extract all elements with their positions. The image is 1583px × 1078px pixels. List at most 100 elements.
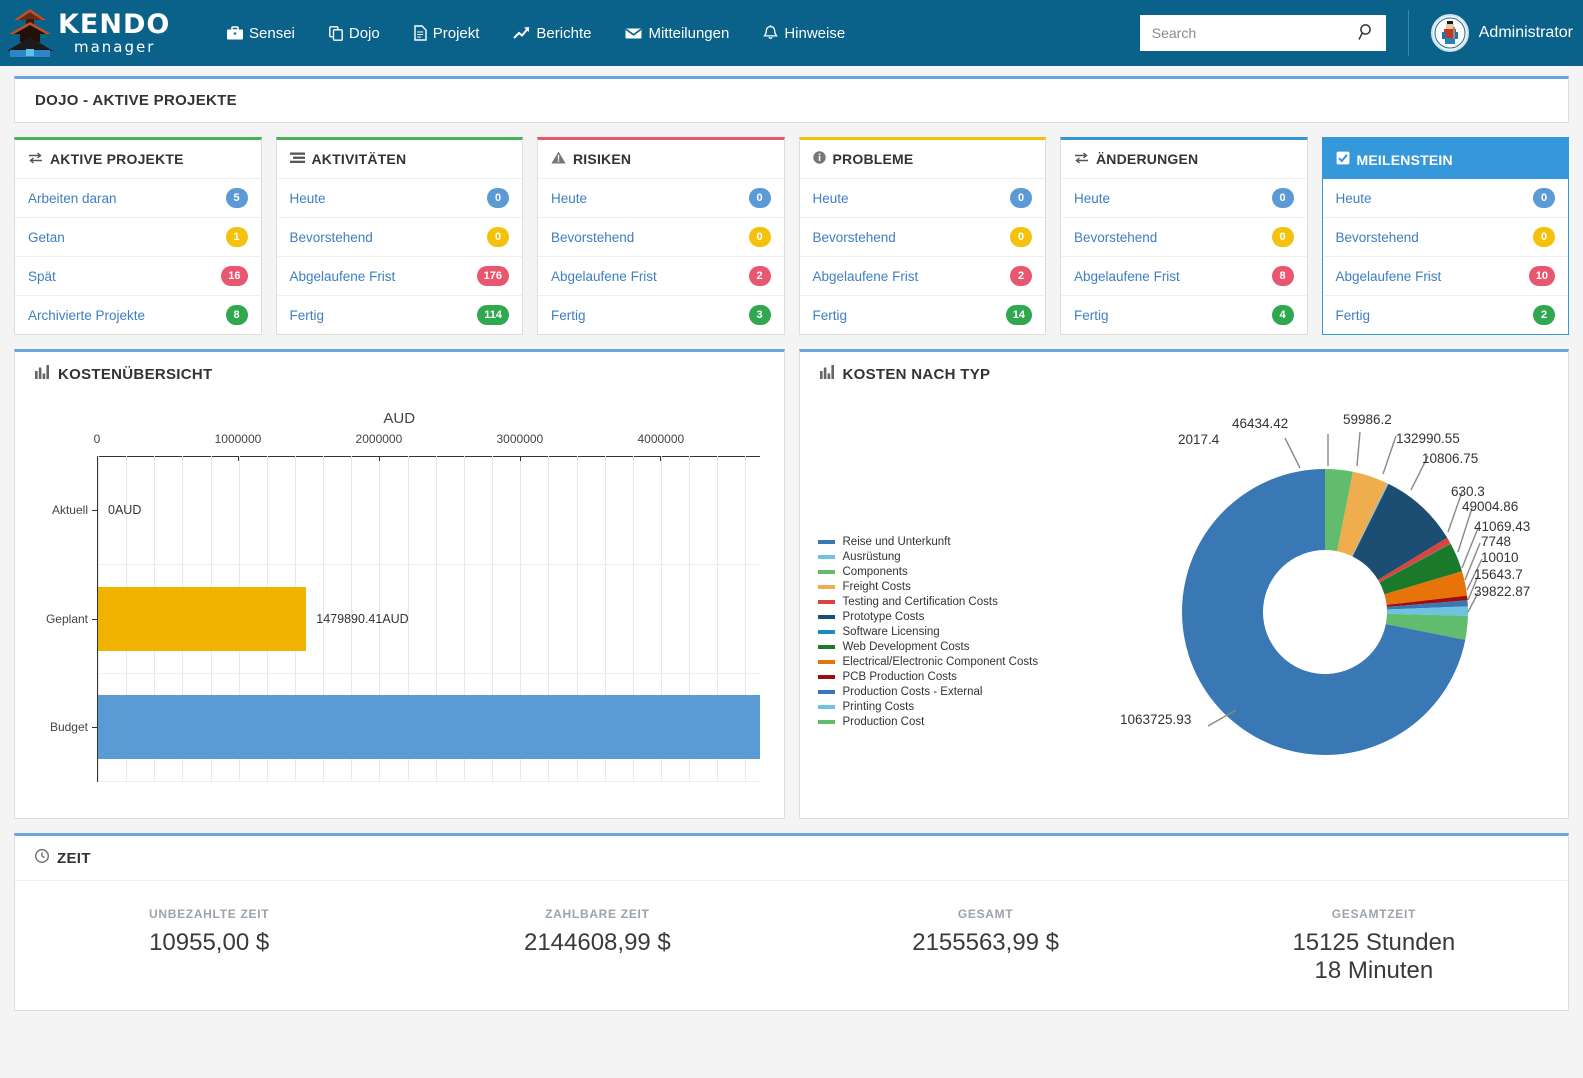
- legend-item[interactable]: Prototype Costs: [817, 609, 1039, 624]
- x-tick-label: 1000000: [214, 432, 262, 446]
- card-row-label[interactable]: Fertig: [1074, 308, 1109, 323]
- card-row[interactable]: Heute 0: [1322, 179, 1568, 218]
- nav-item-projekt[interactable]: Projekt: [397, 25, 497, 42]
- card-row[interactable]: Fertig 114: [277, 296, 523, 334]
- nav-item-dojo[interactable]: Dojo: [312, 25, 397, 42]
- card-row[interactable]: Heute 0: [799, 179, 1045, 218]
- card-row[interactable]: Fertig 3: [538, 296, 784, 334]
- card-meilenstein[interactable]: MEILENSTEIN Heute 0 Bevorstehend 0 Abgelau…: [1321, 137, 1569, 335]
- card-row-label[interactable]: Getan: [28, 230, 65, 245]
- y-tick-label: Geplant: [45, 611, 88, 626]
- card-row[interactable]: Archivierte Projekte 8: [15, 296, 261, 334]
- card-row[interactable]: Heute 0: [1061, 179, 1307, 218]
- card-row[interactable]: Fertig 14: [800, 296, 1046, 334]
- legend-item[interactable]: Components: [817, 564, 1039, 579]
- plot-area: Aktuell 0AUD Geplant 1479890.41AUD Budget: [46, 456, 760, 782]
- card-row-label[interactable]: Heute: [813, 191, 849, 206]
- card-row-badge: 0: [487, 188, 509, 208]
- nav-item-mitteilungen[interactable]: Mitteilungen: [608, 25, 746, 42]
- exchange-icon: [1074, 151, 1089, 167]
- card-row-badge: 2: [1010, 266, 1032, 286]
- card-row-label[interactable]: Bevorstehend: [1074, 230, 1157, 245]
- card-row[interactable]: Abgelaufene Frist 10: [1322, 257, 1568, 296]
- card-row-badge: 8: [1271, 266, 1294, 286]
- card-risiken[interactable]: RISIKEN Heute 0 Bevorstehend 0 Abgelaufene…: [537, 137, 785, 335]
- label-leader-line: [1283, 437, 1301, 469]
- card-row-label[interactable]: Bevorstehend: [813, 230, 896, 245]
- card-row-label[interactable]: Bevorstehend: [290, 230, 373, 245]
- zeit-column-gesamtzeit: GESAMTZEIT 15125 Stunden 18 Minuten: [1180, 907, 1568, 984]
- card-row[interactable]: Abgelaufene Frist 2: [799, 257, 1045, 296]
- card-aktive-projekte[interactable]: AKTIVE PROJEKTE Arbeiten daran 5 Getan 1 S…: [14, 137, 262, 335]
- card-row-label[interactable]: Heute: [1074, 191, 1110, 206]
- card-row-label[interactable]: Heute: [551, 191, 587, 206]
- legend-item[interactable]: Reise und Unterkunft: [817, 534, 1039, 549]
- card-row-label[interactable]: Abgelaufene Frist: [290, 269, 396, 284]
- legend-item[interactable]: Electrical/Electronic Component Costs: [817, 654, 1038, 669]
- card-header: MEILENSTEIN: [1322, 140, 1568, 179]
- legend-item[interactable]: PCB Production Costs: [817, 669, 1039, 684]
- card-row[interactable]: Bevorstehend 0: [538, 218, 784, 257]
- card-row-label[interactable]: Abgelaufene Frist: [1074, 269, 1180, 284]
- card-row[interactable]: Arbeiten daran 5: [15, 179, 261, 218]
- logo-primary-text: KENDO: [58, 9, 171, 40]
- card-aenderungen[interactable]: ÄNDERUNGEN Heute 0 Bevorstehend 0 Abgelauf…: [1060, 137, 1308, 335]
- nav-item-berichte[interactable]: Berichte: [496, 25, 608, 42]
- bar-budget[interactable]: [98, 694, 760, 759]
- panel-kosten-nach-typ: KOSTEN NACH TYP Reise und Unterkunft Ausr…: [798, 349, 1569, 819]
- bar-geplant[interactable]: [98, 586, 307, 651]
- search-input[interactable]: [1149, 15, 1358, 51]
- app-logo[interactable]: KENDO manager: [6, 5, 169, 61]
- legend-item[interactable]: Software Licensing: [817, 624, 1039, 639]
- card-row-label[interactable]: Spät: [28, 269, 56, 284]
- card-row[interactable]: Heute 0: [538, 179, 784, 218]
- card-row[interactable]: Spät 16: [15, 257, 261, 296]
- search-box[interactable]: [1139, 15, 1386, 51]
- card-row-label[interactable]: Fertig: [1336, 308, 1371, 323]
- legend-item[interactable]: Production Cost: [817, 714, 1039, 729]
- card-row-label[interactable]: Bevorstehend: [551, 230, 634, 245]
- legend-item[interactable]: Ausrüstung: [817, 549, 1039, 564]
- legend-item[interactable]: Freight Costs: [817, 579, 1039, 594]
- search-icon[interactable]: [1358, 23, 1376, 44]
- user-name: Administrator: [1478, 24, 1573, 41]
- nav-right-section: Administrator: [1139, 0, 1583, 66]
- legend-item[interactable]: Printing Costs: [817, 699, 1039, 714]
- card-row[interactable]: Abgelaufene Frist 2: [538, 257, 784, 296]
- card-row-label[interactable]: Abgelaufene Frist: [1336, 269, 1442, 284]
- card-row-label[interactable]: Fertig: [813, 308, 848, 323]
- card-row[interactable]: Abgelaufene Frist 8: [1061, 257, 1307, 296]
- card-row[interactable]: Abgelaufene Frist 176: [276, 257, 522, 296]
- bell-icon: [763, 25, 779, 41]
- checkbox-icon: [1336, 151, 1350, 168]
- card-aktivitaeten[interactable]: AKTIVITÄTEN Heute 0 Bevorstehend 0 Abgelau…: [275, 137, 523, 335]
- page-title-panel: DOJO - AKTIVE PROJEKTE: [14, 76, 1569, 123]
- nav-item-sensei[interactable]: Sensei: [210, 25, 312, 42]
- page-content: DOJO - AKTIVE PROJEKTE AKTIVE PROJEKTE A…: [0, 66, 1583, 1012]
- legend-item[interactable]: Production Costs - External: [817, 684, 1039, 699]
- card-row[interactable]: Bevorstehend 0: [799, 218, 1045, 257]
- legend-item[interactable]: Testing and Certification Costs: [817, 594, 1039, 609]
- card-probleme[interactable]: PROBLEME Heute 0 Bevorstehend 0 Abgelaufen…: [798, 137, 1046, 335]
- card-row-label[interactable]: Heute: [290, 191, 326, 206]
- copy-icon: [328, 25, 343, 41]
- card-row[interactable]: Fertig 2: [1323, 296, 1569, 334]
- legend-color-swatch: [817, 719, 835, 724]
- card-row-label[interactable]: Fertig: [290, 308, 325, 323]
- card-row-label[interactable]: Archivierte Projekte: [28, 308, 145, 323]
- legend-item[interactable]: Web Development Costs: [817, 639, 1039, 654]
- card-row[interactable]: Heute 0: [276, 179, 522, 218]
- card-row[interactable]: Bevorstehend 0: [1061, 218, 1307, 257]
- nav-item-hinweise[interactable]: Hinweise: [746, 25, 862, 42]
- card-row[interactable]: Bevorstehend 0: [276, 218, 522, 257]
- card-row-label[interactable]: Fertig: [551, 308, 586, 323]
- card-row-label[interactable]: Abgelaufene Frist: [813, 269, 919, 284]
- card-row-label[interactable]: Abgelaufene Frist: [551, 269, 657, 284]
- card-row-label[interactable]: Arbeiten daran: [28, 191, 117, 206]
- card-row-label[interactable]: Heute: [1336, 191, 1372, 206]
- card-row[interactable]: Getan 1: [15, 218, 261, 257]
- card-row-label[interactable]: Bevorstehend: [1336, 230, 1419, 245]
- card-row[interactable]: Fertig 4: [1061, 296, 1307, 334]
- card-row[interactable]: Bevorstehend 0: [1322, 218, 1568, 257]
- user-menu[interactable]: Administrator: [1407, 10, 1583, 56]
